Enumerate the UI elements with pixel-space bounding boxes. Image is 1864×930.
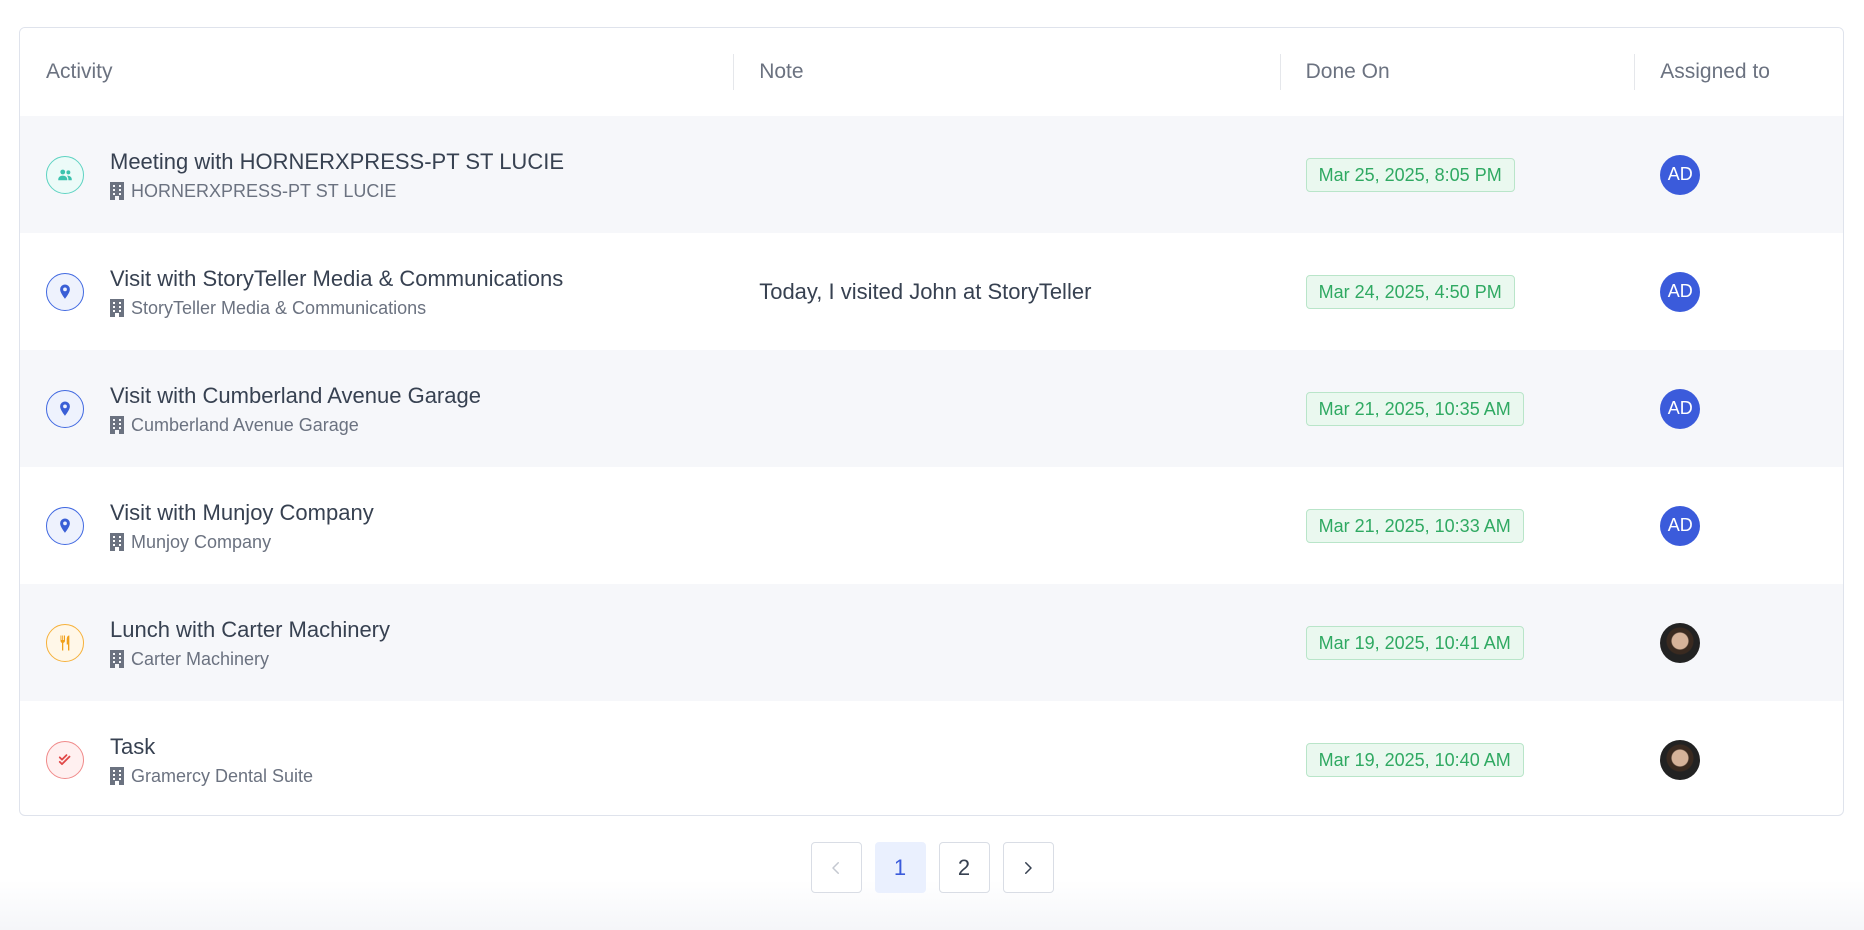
- table-row[interactable]: Meeting with HORNERXPRESS-PT ST LUCIE HO…: [20, 116, 1843, 233]
- visit-pin-icon: [46, 389, 84, 428]
- table-row[interactable]: Visit with Cumberland Avenue Garage Cumb…: [20, 350, 1843, 467]
- company-link[interactable]: HORNERXPRESS-PT ST LUCIE: [131, 180, 396, 202]
- activities-table: Activity Note Done On Assigned to Meetin…: [19, 27, 1844, 816]
- next-page-button[interactable]: [1002, 842, 1054, 893]
- building-icon: [110, 298, 124, 317]
- activity-cell: Visit with Cumberland Avenue Garage Cumb…: [20, 350, 733, 467]
- avatar[interactable]: [1660, 739, 1701, 780]
- meeting-icon: [46, 155, 84, 194]
- activity-cell: Meeting with HORNERXPRESS-PT ST LUCIE HO…: [20, 116, 733, 233]
- prev-page-button[interactable]: [810, 842, 862, 893]
- note-cell: [733, 701, 1279, 815]
- pagination: 1 2: [0, 842, 1864, 893]
- done-on-badge: Mar 24, 2025, 4:50 PM: [1305, 274, 1515, 309]
- note-cell: [733, 467, 1279, 584]
- activity-title[interactable]: Visit with Cumberland Avenue Garage: [110, 382, 481, 410]
- avatar[interactable]: AD: [1660, 271, 1701, 312]
- note-cell: [733, 350, 1279, 467]
- table-header: Activity Note Done On Assigned to: [20, 28, 1843, 116]
- activity-cell: Task Gramercy Dental Suite: [20, 701, 733, 815]
- note-cell: [733, 584, 1279, 701]
- chevron-right-icon: [1025, 861, 1032, 874]
- company-link[interactable]: Cumberland Avenue Garage: [131, 414, 359, 436]
- activity-title[interactable]: Task: [110, 733, 313, 761]
- note-cell: Today, I visited John at StoryTeller: [759, 278, 1092, 304]
- done-on-badge: Mar 21, 2025, 10:35 AM: [1305, 391, 1524, 426]
- lunch-icon: [46, 623, 84, 662]
- table-row[interactable]: Visit with StoryTeller Media & Communica…: [20, 233, 1843, 350]
- building-icon: [110, 415, 124, 434]
- avatar[interactable]: AD: [1660, 154, 1701, 195]
- page-button-1[interactable]: 1: [874, 842, 926, 893]
- chevron-left-icon: [832, 861, 839, 874]
- table-row[interactable]: Lunch with Carter Machinery Carter Machi…: [20, 584, 1843, 701]
- building-icon: [110, 649, 124, 668]
- building-icon: [110, 532, 124, 551]
- activity-title[interactable]: Visit with StoryTeller Media & Communica…: [110, 265, 563, 293]
- avatar[interactable]: AD: [1660, 388, 1701, 429]
- company-link[interactable]: Gramercy Dental Suite: [131, 765, 313, 787]
- avatar[interactable]: [1660, 622, 1701, 663]
- header-note[interactable]: Note: [733, 28, 1279, 116]
- header-done-on[interactable]: Done On: [1279, 28, 1635, 116]
- done-on-badge: Mar 21, 2025, 10:33 AM: [1305, 508, 1524, 543]
- task-icon: [46, 740, 84, 779]
- activity-title[interactable]: Visit with Munjoy Company: [110, 499, 374, 527]
- done-on-badge: Mar 19, 2025, 10:40 AM: [1305, 742, 1524, 777]
- company-link[interactable]: Carter Machinery: [131, 648, 269, 670]
- avatar[interactable]: AD: [1660, 505, 1701, 546]
- page-button-2[interactable]: 2: [938, 842, 990, 893]
- activities-page: Activity Note Done On Assigned to Meetin…: [0, 0, 1864, 930]
- activity-cell: Visit with StoryTeller Media & Communica…: [20, 233, 733, 350]
- company-link[interactable]: StoryTeller Media & Communications: [131, 297, 426, 319]
- building-icon: [110, 181, 124, 200]
- activity-cell: Lunch with Carter Machinery Carter Machi…: [20, 584, 733, 701]
- activity-cell: Visit with Munjoy Company Munjoy Company: [20, 467, 733, 584]
- activity-title[interactable]: Lunch with Carter Machinery: [110, 616, 390, 644]
- visit-pin-icon: [46, 272, 84, 311]
- header-assigned-to[interactable]: Assigned to: [1634, 28, 1843, 116]
- activity-title[interactable]: Meeting with HORNERXPRESS-PT ST LUCIE: [110, 148, 564, 176]
- building-icon: [110, 766, 124, 785]
- table-row[interactable]: Task Gramercy Dental Suite Mar 19, 2025,…: [20, 701, 1843, 815]
- header-activity[interactable]: Activity: [20, 28, 733, 116]
- table-row[interactable]: Visit with Munjoy Company Munjoy Company…: [20, 467, 1843, 584]
- done-on-badge: Mar 19, 2025, 10:41 AM: [1305, 625, 1524, 660]
- note-cell: [733, 116, 1279, 233]
- visit-pin-icon: [46, 506, 84, 545]
- company-link[interactable]: Munjoy Company: [131, 531, 271, 553]
- done-on-badge: Mar 25, 2025, 8:05 PM: [1305, 157, 1515, 192]
